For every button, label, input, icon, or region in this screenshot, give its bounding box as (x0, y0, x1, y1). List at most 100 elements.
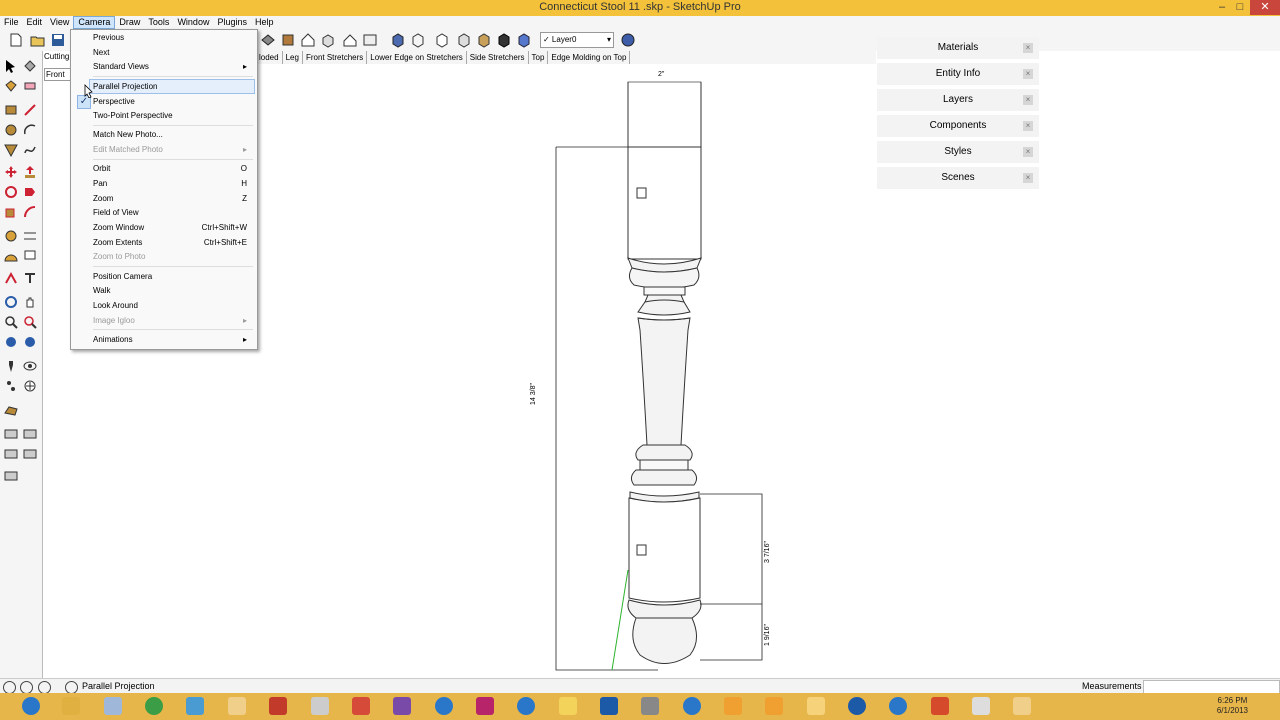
scene-tab-loded[interactable]: loded (256, 51, 283, 64)
close-icon[interactable]: × (1023, 43, 1033, 53)
pan-tool-icon[interactable] (23, 295, 37, 309)
menu-edit[interactable]: Edit (23, 16, 47, 29)
sketchup-icon[interactable] (228, 697, 246, 715)
eraser-icon[interactable] (23, 79, 37, 93)
close-icon[interactable]: × (1023, 95, 1033, 105)
ie-icon[interactable] (22, 697, 40, 715)
front-view-icon[interactable] (342, 32, 358, 48)
protractor-icon[interactable] (4, 249, 18, 263)
position-camera-icon[interactable] (4, 359, 18, 373)
menu-file[interactable]: File (0, 16, 23, 29)
offset-tool-icon[interactable] (23, 205, 37, 219)
tray-materials[interactable]: Materials × (877, 37, 1039, 61)
menu-item-zoom-extents[interactable]: Zoom Extents Ctrl+Shift+E (93, 236, 247, 249)
sandbox-icon[interactable] (4, 403, 18, 417)
move-tool-icon[interactable] (4, 165, 18, 179)
dimension-tool-icon[interactable] (23, 229, 37, 243)
menu-item-walk[interactable]: Walk (93, 284, 247, 297)
open-folder-icon[interactable] (30, 32, 46, 48)
close-icon[interactable]: × (1023, 121, 1033, 131)
scene-tab-leg[interactable]: Leg (283, 51, 303, 64)
front-tab[interactable]: Front (44, 68, 71, 81)
ie-icon-5[interactable] (889, 697, 907, 715)
rectangle-tool-icon[interactable] (4, 103, 18, 117)
zoom-tool-icon[interactable] (4, 315, 18, 329)
menu-help[interactable]: Help (251, 16, 278, 29)
app-icon-12[interactable] (972, 697, 990, 715)
section-tool-icon[interactable] (23, 379, 37, 393)
app-icon-13[interactable] (1013, 697, 1031, 715)
close-button[interactable]: ✕ (1250, 0, 1280, 15)
scale-tool-icon[interactable] (4, 205, 18, 219)
scene-tab-edge-molding[interactable]: Edge Molding on Top (548, 51, 631, 64)
menu-item-animations[interactable]: Animations ▸ (93, 333, 247, 346)
close-icon[interactable]: × (1023, 69, 1033, 79)
tape-measure-icon[interactable] (4, 229, 18, 243)
menu-item-two-point-perspective[interactable]: Two-Point Perspective (93, 109, 247, 122)
app-icon-8[interactable] (724, 697, 742, 715)
menu-window[interactable]: Window (173, 16, 213, 29)
menu-tools[interactable]: Tools (144, 16, 173, 29)
look-around-icon[interactable] (23, 359, 37, 373)
menu-item-next[interactable]: Next (93, 46, 247, 59)
component-browser-icon[interactable] (23, 427, 37, 441)
section-plane-icon[interactable] (516, 32, 532, 48)
wireframe-icon[interactable] (410, 32, 426, 48)
app-icon-5[interactable] (393, 697, 411, 715)
materials-icon[interactable] (280, 32, 296, 48)
menu-item-field-of-view[interactable]: Field of View (93, 206, 247, 219)
scene-tab-front-stretchers[interactable]: Front Stretchers (303, 51, 368, 64)
3d-text-icon[interactable] (23, 271, 37, 285)
previous-view-icon[interactable] (4, 335, 18, 349)
maximize-button[interactable]: □ (1230, 0, 1250, 15)
follow-me-icon[interactable] (23, 185, 37, 199)
menu-plugins[interactable]: Plugins (213, 16, 251, 29)
cutting-tab[interactable]: Cutting (44, 52, 69, 61)
outliner-icon[interactable] (4, 447, 18, 461)
menu-item-previous[interactable]: Previous (93, 31, 247, 44)
component-options-icon[interactable] (4, 427, 18, 441)
app-icon-4[interactable] (311, 697, 329, 715)
menu-item-zoom[interactable]: Zoom Z (93, 192, 247, 205)
close-icon[interactable]: × (1023, 147, 1033, 157)
shaded-icon[interactable] (456, 32, 472, 48)
app-icon-7[interactable] (600, 697, 618, 715)
new-file-icon[interactable] (8, 32, 24, 48)
layer-manager-icon[interactable] (620, 32, 636, 48)
solid-tools-icon[interactable] (23, 447, 37, 461)
back-view-icon[interactable] (362, 32, 378, 48)
app-icon-9[interactable] (765, 697, 783, 715)
apple-icon[interactable] (641, 697, 659, 715)
scene-tab-lower-edge[interactable]: Lower Edge on Stretchers (367, 51, 467, 64)
layer-select[interactable]: ✓ Layer0 ▾ (540, 32, 614, 48)
google-plus-icon[interactable] (352, 697, 370, 715)
monochrome-icon[interactable] (496, 32, 512, 48)
shaded-textures-icon[interactable] (476, 32, 492, 48)
freehand-tool-icon[interactable] (23, 143, 37, 157)
chrome-icon[interactable] (145, 697, 163, 715)
dynamic-component-icon[interactable] (4, 469, 18, 483)
select-arrow-icon[interactable] (4, 59, 18, 73)
menu-view[interactable]: View (46, 16, 73, 29)
menu-item-standard-views[interactable]: Standard Views ▸ (93, 60, 247, 73)
system-clock[interactable]: 6:26 PM 6/1/2013 (1217, 696, 1248, 716)
measurements-input[interactable] (1143, 680, 1280, 694)
polygon-tool-icon[interactable] (4, 143, 18, 157)
menu-camera[interactable]: Camera (73, 16, 116, 29)
menu-item-orbit[interactable]: Orbit O (93, 162, 247, 175)
app-icon-6[interactable] (559, 697, 577, 715)
home-view-icon[interactable] (300, 32, 316, 48)
indesign-icon[interactable] (476, 697, 494, 715)
rotate-tool-icon[interactable] (4, 185, 18, 199)
save-icon[interactable] (50, 32, 66, 48)
text-tool-icon[interactable] (23, 249, 37, 263)
tray-layers[interactable]: Layers × (877, 89, 1039, 113)
app-icon-2[interactable] (186, 697, 204, 715)
walk-tool-icon[interactable] (4, 379, 18, 393)
zoom-extents-icon[interactable] (23, 315, 37, 329)
menu-item-match-new-photo[interactable]: Match New Photo... (93, 128, 247, 141)
make-component-icon[interactable] (23, 59, 37, 73)
circle-tool-icon[interactable] (4, 123, 18, 137)
menu-item-perspective[interactable]: Perspective (93, 95, 247, 108)
scene-tab-top[interactable]: Top (529, 51, 549, 64)
